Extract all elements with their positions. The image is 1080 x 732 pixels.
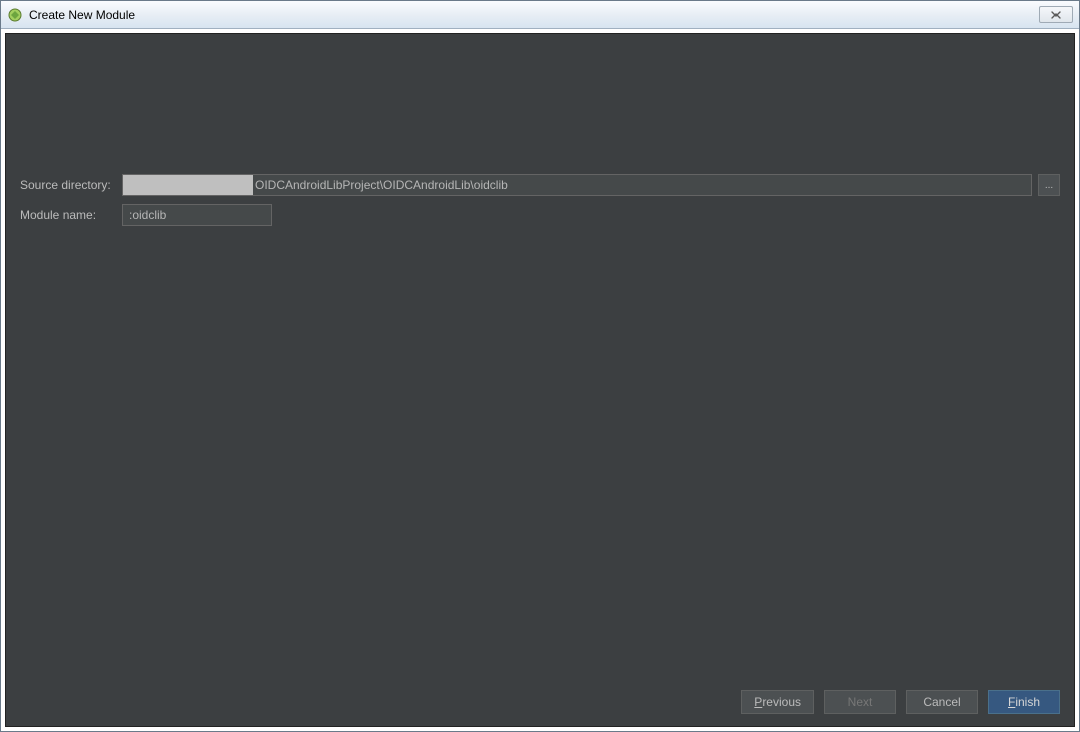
app-icon: [7, 7, 23, 23]
source-directory-label: Source directory:: [20, 178, 122, 192]
module-name-row: Module name: :oidclib: [20, 204, 1060, 226]
window-title: Create New Module: [29, 8, 1039, 22]
source-directory-row: Source directory: OIDCAndroidLibProject\…: [20, 174, 1060, 196]
cancel-button[interactable]: Cancel: [906, 690, 978, 714]
finish-rest: inish: [1015, 695, 1040, 709]
module-name-input[interactable]: :oidclib: [122, 204, 272, 226]
dialog-content: Source directory: OIDCAndroidLibProject\…: [5, 33, 1075, 727]
finish-button[interactable]: Finish: [988, 690, 1060, 714]
previous-button[interactable]: Previous: [741, 690, 814, 714]
next-label: Next: [848, 695, 873, 709]
ellipsis-icon: ...: [1045, 180, 1053, 191]
cancel-label: Cancel: [923, 695, 960, 709]
redacted-path-prefix: [123, 175, 253, 195]
previous-rest: revious: [762, 695, 801, 709]
titlebar: Create New Module: [1, 1, 1079, 29]
button-bar: Previous Next Cancel Finish: [6, 684, 1074, 726]
form-area: Source directory: OIDCAndroidLibProject\…: [6, 34, 1074, 684]
next-button[interactable]: Next: [824, 690, 896, 714]
module-name-label: Module name:: [20, 208, 122, 222]
module-name-value: :oidclib: [123, 208, 166, 222]
close-button[interactable]: [1039, 6, 1073, 23]
browse-button[interactable]: ...: [1038, 174, 1060, 196]
source-directory-input[interactable]: OIDCAndroidLibProject\OIDCAndroidLib\oid…: [122, 174, 1032, 196]
source-directory-value: OIDCAndroidLibProject\OIDCAndroidLib\oid…: [253, 178, 508, 192]
